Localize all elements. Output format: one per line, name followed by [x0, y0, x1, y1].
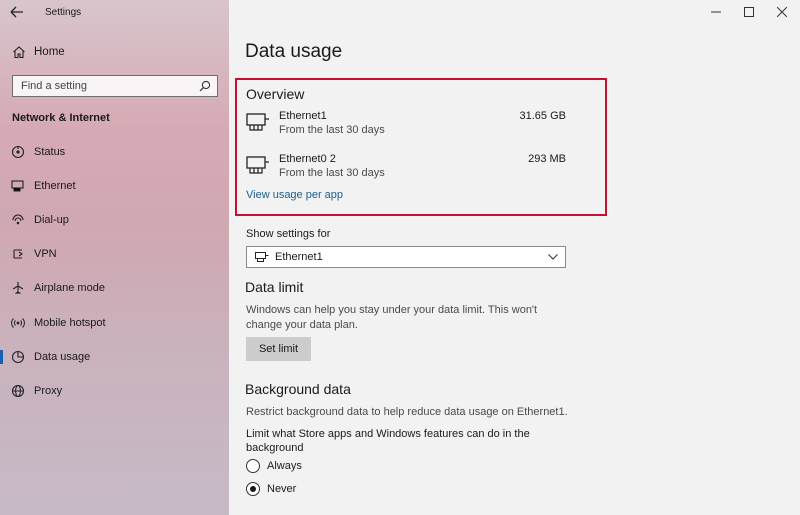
background-question-line2: background	[246, 442, 304, 454]
radio-label: Never	[267, 483, 297, 495]
data-limit-heading: Data limit	[245, 279, 304, 295]
sidebar-item-ethernet[interactable]: Ethernet	[0, 172, 229, 200]
usage-value: 31.65 GB	[519, 110, 566, 122]
vpn-icon	[11, 247, 25, 261]
usage-subtitle: From the last 30 days	[279, 167, 385, 179]
background-data-heading: Background data	[245, 381, 351, 397]
sidebar-item-label: VPN	[34, 248, 57, 260]
chevron-down-icon	[548, 254, 558, 260]
radio-circle-selected[interactable]	[246, 482, 260, 496]
usage-name: Ethernet0 2	[279, 153, 336, 165]
sidebar-item-status[interactable]: Status	[0, 138, 229, 166]
dialup-icon	[11, 213, 25, 227]
data-limit-description-line2: change your data plan.	[246, 319, 358, 331]
maximize-icon	[744, 7, 754, 17]
home-icon	[13, 46, 25, 59]
data-limit-description-line1: Windows can help you stay under your dat…	[246, 304, 538, 316]
back-button[interactable]	[8, 4, 26, 20]
radio-circle[interactable]	[246, 459, 260, 473]
ethernet-icon	[246, 156, 269, 174]
sidebar-item-label: Ethernet	[34, 180, 76, 192]
search-box[interactable]	[12, 75, 218, 97]
back-arrow-icon	[10, 6, 23, 18]
overview-title: Overview	[246, 86, 305, 102]
sidebar-item-proxy[interactable]: Proxy	[0, 377, 229, 405]
sidebar-item-label: Proxy	[34, 385, 63, 397]
section-title: Network & Internet	[12, 112, 110, 124]
home-label: Home	[34, 46, 65, 58]
minimize-icon	[711, 11, 721, 13]
radio-never[interactable]: Never	[246, 481, 296, 497]
main-content: Data usage Overview Ethernet1 From the l…	[229, 0, 800, 515]
usage-row-ethernet1: Ethernet1 From the last 30 days 31.65 GB	[246, 110, 566, 138]
status-icon	[11, 145, 25, 159]
usage-name: Ethernet1	[279, 110, 327, 122]
close-icon	[777, 7, 787, 17]
app-title: Settings	[45, 7, 82, 18]
usage-subtitle: From the last 30 days	[279, 124, 385, 136]
sidebar-item-vpn[interactable]: VPN	[0, 240, 229, 268]
sidebar-item-label: Status	[34, 146, 66, 158]
sidebar-item-airplane-mode[interactable]: Airplane mode	[0, 274, 229, 302]
radio-label: Always	[267, 460, 302, 472]
sidebar-item-dialup[interactable]: Dial-up	[0, 206, 229, 234]
usage-value: 293 MB	[528, 153, 566, 165]
globe-icon	[11, 384, 25, 398]
sidebar-item-data-usage[interactable]: Data usage	[0, 343, 229, 371]
sidebar: Settings Home Network & Internet Status …	[0, 0, 229, 515]
ethernet-icon	[246, 113, 269, 131]
sidebar-item-mobile-hotspot[interactable]: Mobile hotspot	[0, 309, 229, 337]
title-bar: Settings	[0, 0, 229, 26]
set-limit-button[interactable]: Set limit	[246, 337, 311, 361]
view-usage-per-app-link[interactable]: View usage per app	[246, 189, 343, 201]
show-settings-label: Show settings for	[246, 228, 331, 240]
search-icon[interactable]	[199, 80, 211, 92]
sidebar-item-label: Dial-up	[34, 214, 69, 226]
background-question-line1: Limit what Store apps and Windows featur…	[246, 428, 530, 440]
sidebar-item-label: Mobile hotspot	[34, 317, 106, 329]
background-data-description: Restrict background data to help reduce …	[246, 406, 568, 418]
sidebar-item-home[interactable]: Home	[12, 44, 65, 60]
sidebar-item-label: Data usage	[34, 351, 91, 363]
close-button[interactable]	[767, 2, 797, 22]
hotspot-icon	[11, 316, 25, 330]
maximize-button[interactable]	[734, 2, 764, 22]
usage-row-ethernet0-2: Ethernet0 2 From the last 30 days 293 MB	[246, 153, 566, 181]
network-select-dropdown[interactable]: Ethernet1	[246, 246, 566, 268]
minimize-button[interactable]	[701, 2, 731, 22]
ethernet-icon	[255, 252, 269, 262]
data-usage-icon	[11, 350, 25, 364]
airplane-icon	[11, 281, 25, 295]
page-title: Data usage	[245, 41, 343, 62]
sidebar-item-label: Airplane mode	[34, 282, 105, 294]
search-input[interactable]	[13, 76, 193, 96]
dropdown-selected-value: Ethernet1	[275, 251, 323, 263]
ethernet-icon	[11, 179, 25, 193]
radio-always[interactable]: Always	[246, 458, 302, 474]
